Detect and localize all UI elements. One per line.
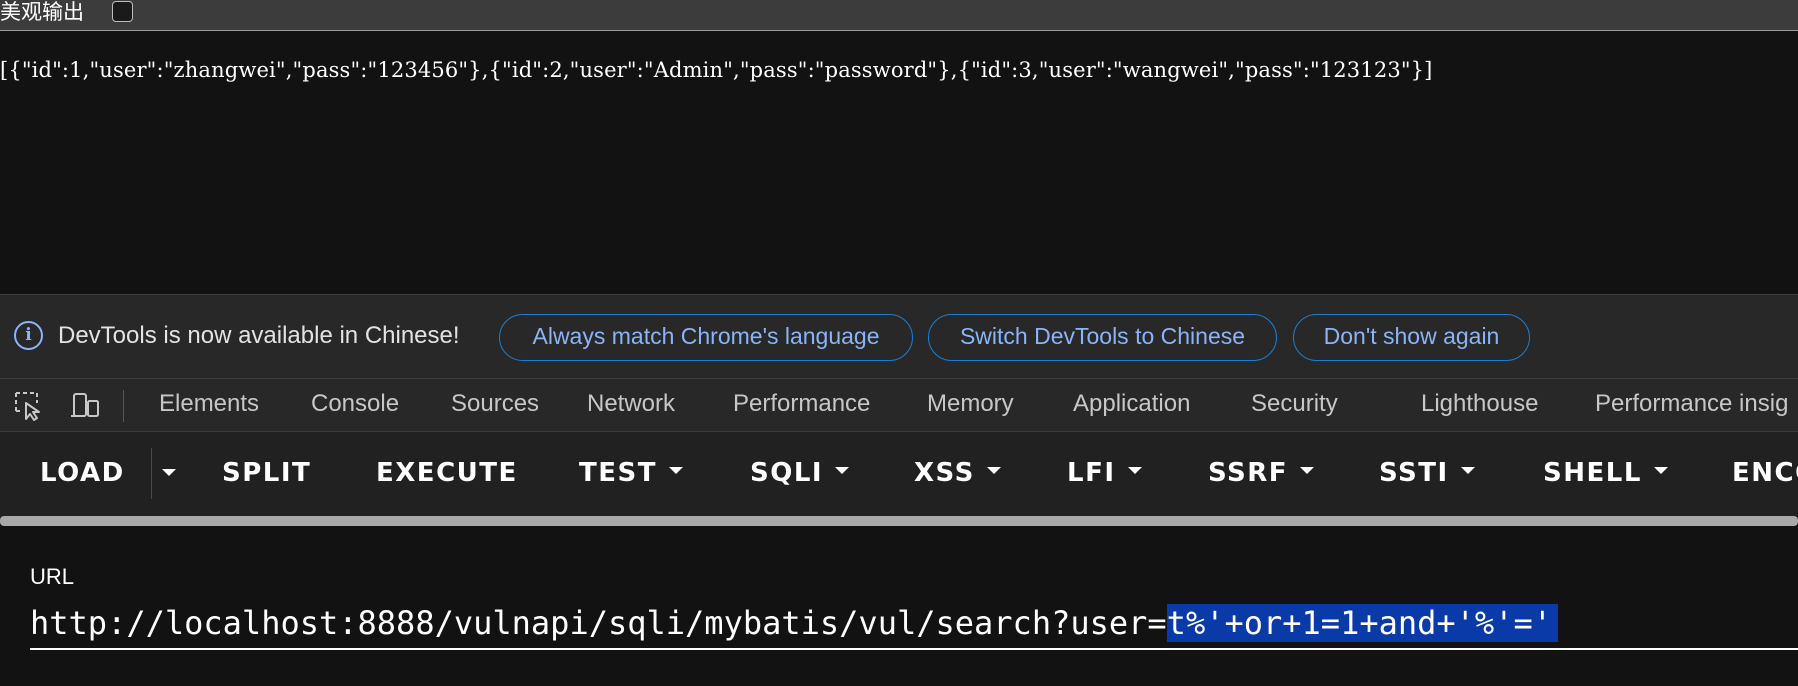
caret-down-icon bbox=[668, 467, 683, 474]
tab-performance-insights[interactable]: Performance insig bbox=[1595, 390, 1788, 418]
always-match-language-button[interactable]: Always match Chrome's language bbox=[499, 314, 913, 361]
tab-sources[interactable]: Sources bbox=[451, 390, 539, 418]
sqli-menu-label: SQLI bbox=[750, 458, 824, 488]
tab-application[interactable]: Application bbox=[1073, 390, 1190, 418]
toolbar-divider bbox=[123, 390, 124, 422]
xss-menu-button[interactable]: XSS bbox=[914, 458, 1001, 488]
info-icon: i bbox=[14, 321, 43, 350]
caret-down-icon bbox=[986, 467, 1001, 474]
ssti-menu-label: SSTI bbox=[1379, 458, 1449, 488]
url-input[interactable]: http://localhost:8888/vulnapi/sqli/mybat… bbox=[30, 600, 1798, 650]
tab-memory[interactable]: Memory bbox=[927, 390, 1014, 418]
sqli-menu-button[interactable]: SQLI bbox=[750, 458, 850, 488]
encoding-menu-button[interactable]: ENCO bbox=[1732, 458, 1798, 488]
caret-down-icon bbox=[835, 467, 850, 474]
devtools-toolbar: Elements Console Sources Network Perform… bbox=[0, 378, 1798, 432]
dont-show-again-button[interactable]: Don't show again bbox=[1293, 314, 1530, 361]
url-panel: URL http://localhost:8888/vulnapi/sqli/m… bbox=[0, 526, 1798, 686]
load-button[interactable]: LOAD bbox=[40, 458, 125, 488]
hackbar-toolbar: LOAD SPLIT EXECUTE TEST SQLI XSS LFI SSR… bbox=[0, 432, 1798, 517]
page-content: 美观输出 [{"id":1,"user":"zhangwei","pass":"… bbox=[0, 0, 1798, 294]
xss-menu-label: XSS bbox=[914, 458, 975, 488]
caret-down-icon bbox=[1653, 467, 1668, 474]
load-button-divider bbox=[151, 448, 152, 499]
tab-console[interactable]: Console bbox=[311, 390, 399, 418]
tab-security[interactable]: Security bbox=[1251, 390, 1338, 418]
execute-button-label: EXECUTE bbox=[376, 458, 518, 488]
shell-menu-button[interactable]: SHELL bbox=[1543, 458, 1668, 488]
pretty-print-bar: 美观输出 bbox=[0, 0, 1798, 31]
infobar-message: DevTools is now available in Chinese! bbox=[58, 322, 460, 349]
url-selected-text: t%'+or+1=1+and+'%'=' bbox=[1166, 604, 1558, 642]
inspect-element-icon[interactable] bbox=[12, 389, 46, 423]
test-menu-label: TEST bbox=[579, 458, 657, 488]
encoding-menu-label: ENCO bbox=[1732, 458, 1798, 488]
lfi-menu-label: LFI bbox=[1067, 458, 1116, 488]
split-button[interactable]: SPLIT bbox=[222, 458, 311, 488]
pretty-print-label: 美观输出 bbox=[0, 0, 84, 24]
ssrf-menu-button[interactable]: SSRF bbox=[1208, 458, 1315, 488]
lfi-menu-button[interactable]: LFI bbox=[1067, 458, 1142, 488]
execute-button[interactable]: EXECUTE bbox=[376, 458, 518, 488]
shell-menu-label: SHELL bbox=[1543, 458, 1642, 488]
tab-elements[interactable]: Elements bbox=[159, 390, 259, 418]
url-text: http://localhost:8888/vulnapi/sqli/mybat… bbox=[30, 604, 1167, 642]
caret-down-icon bbox=[1460, 467, 1475, 474]
ssti-menu-button[interactable]: SSTI bbox=[1379, 458, 1475, 488]
caret-down-icon bbox=[162, 469, 176, 476]
devtools-language-infobar: i DevTools is now available in Chinese! … bbox=[0, 294, 1798, 379]
hackbar-horizontal-scrollbar[interactable] bbox=[0, 516, 1798, 526]
caret-down-icon bbox=[1300, 467, 1315, 474]
test-menu-button[interactable]: TEST bbox=[579, 458, 683, 488]
pretty-print-checkbox[interactable] bbox=[112, 1, 133, 22]
ssrf-menu-label: SSRF bbox=[1208, 458, 1289, 488]
load-dropdown-button[interactable] bbox=[162, 458, 182, 488]
device-toolbar-icon[interactable] bbox=[68, 389, 102, 423]
caret-down-icon bbox=[1127, 467, 1142, 474]
tab-network[interactable]: Network bbox=[587, 390, 675, 418]
load-button-label: LOAD bbox=[40, 458, 125, 488]
url-label: URL bbox=[30, 564, 75, 589]
tab-performance[interactable]: Performance bbox=[733, 390, 870, 418]
json-response-text: [{"id":1,"user":"zhangwei","pass":"12345… bbox=[0, 58, 1433, 82]
switch-to-chinese-button[interactable]: Switch DevTools to Chinese bbox=[928, 314, 1277, 361]
tab-lighthouse[interactable]: Lighthouse bbox=[1421, 390, 1538, 418]
split-button-label: SPLIT bbox=[222, 458, 312, 488]
